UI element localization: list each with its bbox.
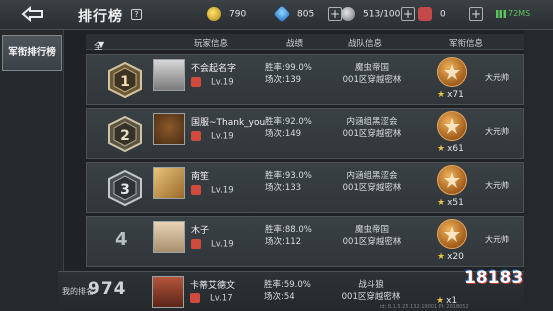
back-button[interactable]: [18, 5, 48, 25]
col-record: 战绩: [286, 39, 304, 49]
star-icon: ★: [437, 90, 446, 100]
player-stats: 胜率:99.0% 场次:139: [265, 63, 312, 85]
military-rank: 大元帅: [485, 73, 509, 82]
col-player: 玩家信息: [194, 39, 229, 49]
avatar[interactable]: [153, 113, 185, 145]
rank-3-badge-icon: 3: [108, 169, 142, 207]
team-info: 内涵组黑涩会 001区穿越密林: [342, 171, 402, 193]
add-ticket-button[interactable]: +: [469, 7, 483, 21]
rank-medal-icon: [437, 165, 467, 195]
player-stats: 胜率:59.0% 场次:54: [264, 280, 311, 302]
svg-text:1: 1: [120, 74, 130, 90]
avatar[interactable]: [153, 221, 185, 253]
rank-2-badge-icon: 2: [108, 115, 142, 153]
chevron-down-icon: ▼: [98, 40, 105, 49]
top-bar: 排行榜 ? 790 + 805 513/100 + 0 + 72MS: [0, 0, 553, 30]
avatar[interactable]: [152, 276, 184, 308]
military-rank: 大元帅: [485, 181, 509, 190]
svg-text:2: 2: [120, 128, 130, 144]
player-level: Lv.19: [191, 185, 234, 196]
signal-icon: [496, 9, 506, 18]
gold-coin-icon: [207, 7, 221, 21]
level-icon: [191, 77, 201, 87]
player-stats: 胜率:92.0% 场次:149: [265, 117, 312, 139]
diamond-icon: [273, 5, 291, 23]
rank-medal-icon: [437, 219, 467, 249]
player-level: Lv.19: [191, 77, 234, 88]
star-count: ★ x61: [437, 144, 464, 154]
add-gold-button[interactable]: +: [328, 7, 342, 21]
player-stats: 胜率:93.0% 场次:133: [265, 171, 312, 193]
col-rank: 军衔信息: [449, 39, 484, 49]
level-icon: [191, 239, 201, 249]
table-row[interactable]: 3 南笙 Lv.19 胜率:93.0% 场次:133 内涵组黑涩会 001区穿越密林…: [86, 162, 524, 213]
player-name: 不会起名字: [191, 64, 237, 74]
site-watermark: 18183: [464, 268, 524, 288]
avatar[interactable]: [153, 59, 185, 91]
player-level: Lv.19: [191, 131, 234, 142]
rank-number: 4: [115, 229, 128, 250]
team-info: 内涵组黑涩会 001区穿越密林: [342, 117, 402, 139]
medal-counter: 513/100: [341, 7, 400, 22]
table-row[interactable]: 1 不会起名字 Lv.19 胜率:99.0% 场次:139 魔虫帝国 001区穿越密…: [86, 54, 524, 105]
table-row[interactable]: 4 木子 Lv.19 胜率:88.0% 场次:112 魔虫帝国 001区穿越密林 ★…: [86, 216, 524, 267]
table-row[interactable]: 2 国服~Thank_you Lv.19 胜率:92.0% 场次:149 内涵组黑…: [86, 108, 524, 159]
star-count: ★ x20: [437, 252, 464, 262]
col-team: 战队信息: [348, 39, 383, 49]
add-medal-button[interactable]: +: [401, 7, 415, 21]
player-name: 南笙: [191, 172, 210, 182]
star-icon: ★: [437, 252, 446, 262]
player-name: 木子: [191, 226, 210, 236]
diamond-counter: 805: [273, 5, 314, 23]
rank-medal-icon: [437, 57, 467, 87]
network-ping: 72MS: [496, 9, 530, 18]
level-icon: [191, 185, 201, 195]
star-count: ★ x51: [437, 198, 464, 208]
star-count: ★ x71: [437, 90, 464, 100]
rank-medal-icon: [437, 111, 467, 141]
tab-rank-leaderboard[interactable]: 军衔排行榜: [2, 35, 62, 71]
avatar[interactable]: [153, 167, 185, 199]
player-name: 卡蒂艾德文: [190, 281, 236, 291]
star-icon: ★: [437, 144, 446, 154]
level-icon: [190, 293, 200, 303]
table-header: 全服排名▼ 玩家信息 战绩 战队信息 军衔信息: [86, 34, 524, 88]
star-icon: ★: [437, 198, 446, 208]
help-icon[interactable]: ?: [131, 9, 142, 20]
ticket-icon: [418, 7, 432, 21]
medal-icon: [341, 7, 355, 21]
back-arrow-icon: [21, 5, 43, 23]
military-rank: 大元帅: [485, 235, 509, 244]
right-strip: [524, 30, 553, 311]
svg-text:3: 3: [120, 182, 130, 198]
my-rank-number: 974: [88, 279, 127, 299]
player-stats: 胜率:88.0% 场次:112: [265, 225, 312, 247]
version-footer: id: 8.1.5.25.132.19001 Pl: 2018052: [380, 304, 469, 310]
player-name: 国服~Thank_you: [191, 118, 266, 128]
player-level: Lv.19: [191, 239, 234, 250]
team-info: 魔虫帝国 001区穿越密林: [342, 225, 402, 247]
rank-1-badge-icon: 1: [108, 61, 142, 99]
player-level: Lv.17: [190, 293, 233, 304]
military-rank: 大元帅: [485, 127, 509, 136]
gold-counter: 790: [207, 7, 246, 22]
ticket-counter: 0: [418, 7, 446, 22]
sidebar: 军衔排行榜: [0, 30, 64, 311]
page-title: 排行榜: [78, 9, 123, 25]
team-info: 战斗狼 001区穿越密林: [341, 280, 401, 302]
team-info: 魔虫帝国 001区穿越密林: [342, 63, 402, 85]
level-icon: [191, 131, 201, 141]
